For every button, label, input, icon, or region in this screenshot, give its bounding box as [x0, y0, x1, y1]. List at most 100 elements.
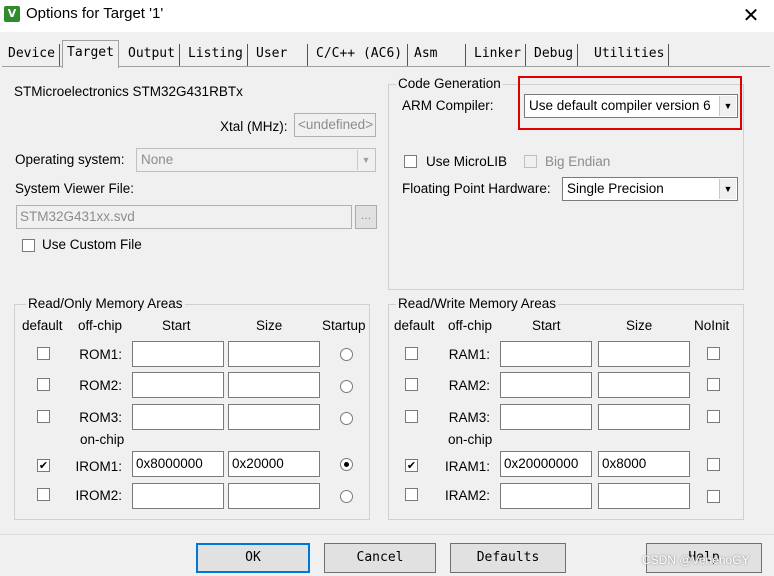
xtal-field[interactable]: <undefined>	[294, 113, 376, 137]
rom2-start-input[interactable]	[132, 372, 224, 398]
ram1-size-input[interactable]	[598, 341, 690, 367]
rom1-label: ROM1:	[79, 347, 122, 362]
fpu-select-value: Single Precision	[567, 181, 664, 196]
fpu-label: Floating Point Hardware:	[402, 181, 551, 196]
ro-col-default: default	[22, 318, 63, 333]
close-icon[interactable]: ✕	[738, 2, 764, 28]
ro-memory-title: Read/Only Memory Areas	[26, 296, 185, 311]
tab-cc-ac6[interactable]: C/C++ (AC6)	[312, 44, 408, 66]
irom2-default-checkbox[interactable]	[37, 488, 50, 501]
rom3-startup-radio[interactable]	[340, 412, 353, 425]
ram2-default-checkbox[interactable]	[405, 378, 418, 391]
svf-field[interactable]: STM32G431xx.svd	[16, 205, 352, 229]
rom1-default-checkbox[interactable]	[37, 347, 50, 360]
ram2-size-input[interactable]	[598, 372, 690, 398]
ram2-label: RAM2:	[448, 378, 490, 393]
tab-user[interactable]: User	[252, 44, 308, 66]
iram2-default-checkbox[interactable]	[405, 488, 418, 501]
ok-button[interactable]: OK	[196, 543, 310, 573]
options-dialog: V Options for Target '1' ✕ Device Target…	[0, 0, 774, 576]
iram2-label: IRAM2:	[444, 488, 490, 503]
rw-col-size: Size	[626, 318, 653, 333]
uvision-app-icon: V	[4, 6, 20, 22]
iram1-start-input[interactable]: 0x20000000	[500, 451, 592, 477]
tab-debug[interactable]: Debug	[530, 44, 579, 66]
ram3-default-checkbox[interactable]	[405, 410, 418, 423]
irom1-start-input[interactable]: 0x8000000	[132, 451, 224, 477]
iram2-size-input[interactable]	[598, 483, 690, 509]
os-label: Operating system:	[15, 152, 125, 167]
iram1-noinit-checkbox[interactable]	[707, 458, 720, 471]
rw-onchip-label: on-chip	[448, 432, 493, 447]
irom2-startup-radio[interactable]	[340, 490, 353, 503]
window-title: Options for Target '1'	[26, 5, 164, 22]
rw-col-start: Start	[532, 318, 561, 333]
irom2-size-input[interactable]	[228, 483, 320, 509]
rw-memory-title: Read/Write Memory Areas	[396, 296, 559, 311]
svf-browse-button[interactable]: ...	[355, 205, 377, 229]
arm-compiler-value: Use default compiler version 6	[529, 98, 711, 113]
ram2-start-input[interactable]	[500, 372, 592, 398]
tab-linker[interactable]: Linker	[470, 44, 526, 66]
device-name: STMicroelectronics STM32G431RBTx	[14, 84, 243, 99]
iram2-noinit-checkbox[interactable]	[707, 490, 720, 503]
rw-col-offchip: off-chip	[448, 318, 493, 333]
irom1-default-checkbox[interactable]: ✔	[37, 459, 50, 472]
rom2-startup-radio[interactable]	[340, 380, 353, 393]
chevron-down-icon: ▼	[719, 179, 736, 199]
ram1-default-checkbox[interactable]	[405, 347, 418, 360]
tab-device[interactable]: Device	[4, 44, 60, 66]
check-icon: ✔	[38, 459, 49, 472]
ram1-start-input[interactable]	[500, 341, 592, 367]
rom3-start-input[interactable]	[132, 404, 224, 430]
os-select[interactable]: None ▼	[136, 148, 376, 172]
use-microlib-label: Use MicroLIB	[426, 154, 508, 169]
ram1-label: RAM1:	[448, 347, 490, 362]
irom2-start-input[interactable]	[132, 483, 224, 509]
ram3-size-input[interactable]	[598, 404, 690, 430]
ram2-noinit-checkbox[interactable]	[707, 378, 720, 391]
big-endian-label: Big Endian	[545, 154, 611, 169]
ro-col-offchip: off-chip	[78, 318, 123, 333]
button-bar-divider	[0, 534, 774, 535]
irom1-startup-radio[interactable]	[340, 458, 353, 471]
rom2-default-checkbox[interactable]	[37, 378, 50, 391]
irom2-label: IROM2:	[75, 488, 122, 503]
ram3-label: RAM3:	[448, 410, 490, 425]
big-endian-checkbox[interactable]	[524, 155, 537, 168]
irom1-size-input[interactable]: 0x20000	[228, 451, 320, 477]
ram3-noinit-checkbox[interactable]	[707, 410, 720, 423]
tab-utilities[interactable]: Utilities	[590, 44, 670, 66]
rom1-start-input[interactable]	[132, 341, 224, 367]
tab-listing[interactable]: Listing	[184, 44, 248, 66]
fpu-select[interactable]: Single Precision ▼	[562, 177, 738, 201]
code-generation-title: Code Generation	[396, 76, 503, 91]
ro-onchip-label: on-chip	[80, 432, 125, 447]
defaults-button[interactable]: Defaults	[450, 543, 566, 573]
iram1-default-checkbox[interactable]: ✔	[405, 459, 418, 472]
iram2-start-input[interactable]	[500, 483, 592, 509]
rom3-default-checkbox[interactable]	[37, 410, 50, 423]
tab-target[interactable]: Target	[62, 40, 119, 68]
arm-compiler-select[interactable]: Use default compiler version 6 ▼	[524, 94, 738, 118]
check-icon: ✔	[406, 459, 417, 472]
iram1-label: IRAM1:	[444, 459, 490, 474]
rom1-startup-radio[interactable]	[340, 348, 353, 361]
cancel-button[interactable]: Cancel	[324, 543, 436, 573]
tab-output[interactable]: Output	[124, 44, 180, 66]
irom1-label: IROM1:	[75, 459, 122, 474]
iram1-size-input[interactable]: 0x8000	[598, 451, 690, 477]
use-microlib-checkbox[interactable]	[404, 155, 417, 168]
use-custom-file-checkbox[interactable]	[22, 239, 35, 252]
rom2-size-input[interactable]	[228, 372, 320, 398]
ro-col-start: Start	[162, 318, 191, 333]
ram1-noinit-checkbox[interactable]	[707, 347, 720, 360]
rom3-size-input[interactable]	[228, 404, 320, 430]
rom2-label: ROM2:	[79, 378, 122, 393]
rom3-label: ROM3:	[79, 410, 122, 425]
ram3-start-input[interactable]	[500, 404, 592, 430]
rw-col-default: default	[394, 318, 435, 333]
rom1-size-input[interactable]	[228, 341, 320, 367]
arm-compiler-label: ARM Compiler:	[402, 98, 494, 113]
tab-asm[interactable]: Asm	[410, 44, 466, 66]
